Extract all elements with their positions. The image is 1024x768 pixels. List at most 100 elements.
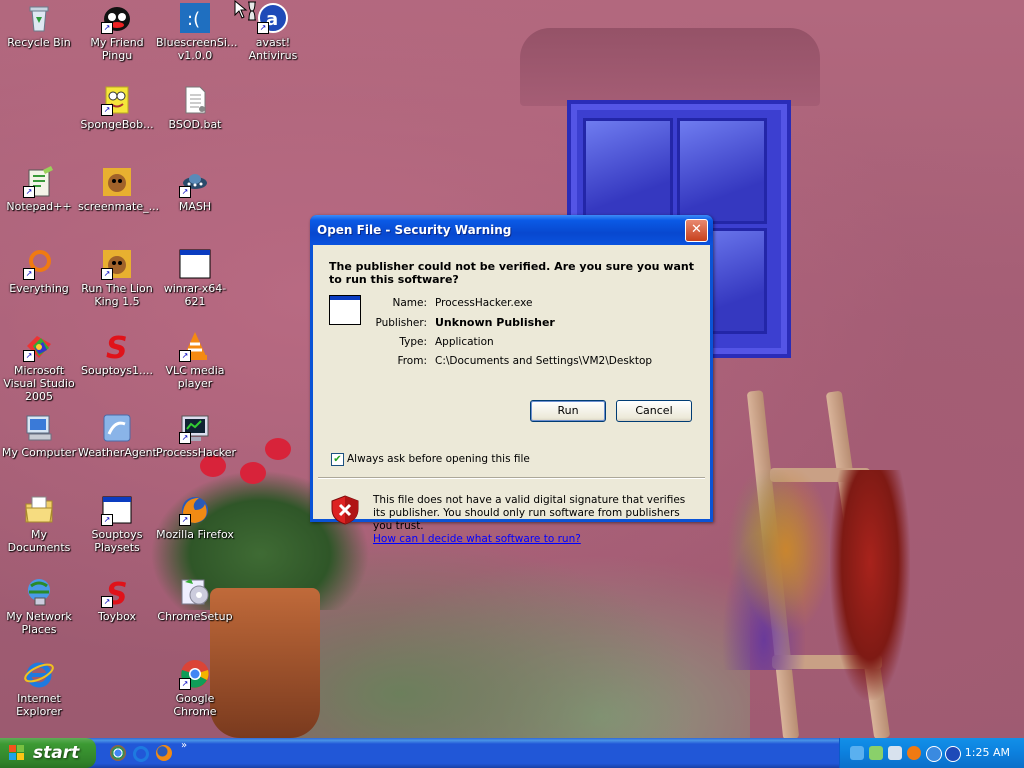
desktop-icon-souptoys-playsets[interactable]: ↗ Souptoys Playsets: [78, 494, 156, 554]
desktop-icon-bsod-bat[interactable]: BSOD.bat: [156, 84, 234, 131]
type-row: Type: Application: [373, 336, 703, 348]
desktop-icon-google-chrome[interactable]: ↗ Google Chrome: [156, 658, 234, 718]
desktop-icon-visual-studio[interactable]: ↗ Microsoft Visual Studio 2005: [0, 330, 78, 403]
name-key: Name:: [392, 297, 427, 309]
wallpaper-ledge: [520, 28, 820, 106]
safely-remove-icon[interactable]: [869, 746, 883, 760]
desktop-icon-my-computer[interactable]: My Computer: [0, 412, 78, 459]
weather-agent-icon: [101, 412, 133, 444]
start-button[interactable]: start: [0, 738, 96, 768]
svg-text:S: S: [106, 331, 128, 362]
dialog-divider: [318, 477, 705, 479]
icon-label: SpongeBob...: [80, 118, 154, 131]
window-app-icon: ↗: [101, 494, 133, 526]
search-icon[interactable]: [907, 746, 921, 760]
internet-explorer-icon[interactable]: [133, 746, 149, 762]
avast-icon: a ↗: [257, 2, 289, 34]
cancel-button[interactable]: Cancel: [616, 400, 692, 422]
souptoys-icon: S: [101, 330, 133, 366]
desktop-icon-bluescreen[interactable]: :( BluescreenSi... v1.0.0: [156, 2, 237, 62]
always-ask-checkbox[interactable]: ✔: [331, 453, 344, 466]
icon-label: Recycle Bin: [7, 36, 71, 49]
desktop-icon-lion-king[interactable]: ↗ Run The Lion King 1.5: [78, 248, 156, 308]
wallpaper-herbs: [720, 470, 830, 670]
info-icon[interactable]: [926, 746, 942, 762]
from-row: From: C:\Documents and Settings\VM2\Deskt…: [373, 355, 703, 367]
network-places-icon: [23, 576, 55, 608]
always-ask-label[interactable]: Always ask before opening this file: [347, 453, 530, 465]
desktop-icon-vlc[interactable]: ↗ VLC media player: [156, 330, 234, 390]
avast-icon[interactable]: [945, 746, 961, 762]
clock[interactable]: 1:25 AM: [965, 746, 1010, 759]
my-documents-icon: [23, 494, 55, 526]
security-warning-dialog[interactable]: Open File - Security Warning ✕ The publi…: [310, 215, 713, 545]
desktop-icon-process-hacker[interactable]: ↗ ProcessHacker: [156, 412, 236, 459]
installer-window-icon: [179, 248, 211, 280]
icon-label: Notepad++: [6, 200, 72, 213]
desktop-icon-chrome-setup[interactable]: ChromeSetup: [156, 576, 234, 623]
vlc-icon: ↗: [179, 330, 211, 362]
system-tray: 1:25 AM: [839, 738, 1024, 768]
windows-logo-icon: [9, 745, 25, 761]
desktop-icon-mash[interactable]: ↗ MASH: [156, 166, 234, 213]
verification-question: The publisher could not be verified. Are…: [329, 260, 694, 286]
icon-label: My Friend Pingu: [90, 36, 144, 62]
start-label: start: [33, 743, 80, 763]
from-key: From:: [397, 355, 427, 367]
warning-message: This file does not have a valid digital …: [373, 494, 699, 546]
desktop-icon-spongebob[interactable]: ↗ SpongeBob...: [78, 84, 156, 131]
icon-label: Toybox: [98, 610, 136, 623]
run-button[interactable]: Run: [530, 400, 606, 422]
icon-label: My Network Places: [6, 610, 72, 636]
volume-icon[interactable]: [888, 746, 902, 760]
publisher-row: Publisher: Unknown Publisher: [373, 316, 703, 329]
desktop-icon-weather-agent[interactable]: WeatherAgent: [78, 412, 157, 459]
desktop-icon-recycle-bin[interactable]: Recycle Bin: [0, 2, 78, 49]
everything-search-icon: ↗: [23, 248, 55, 280]
notepad-plus-plus-icon: ↗: [23, 166, 55, 198]
wallpaper-chili-peppers: [830, 470, 910, 700]
dialog-body: The publisher could not be verified. Are…: [313, 245, 710, 545]
icon-label: Google Chrome: [173, 692, 217, 718]
icon-label: Microsoft Visual Studio 2005: [3, 364, 75, 403]
spongebob-icon: ↗: [101, 84, 133, 116]
desktop-icon-winrar[interactable]: winrar-x64-621: [156, 248, 234, 308]
desktop-icon-firefox[interactable]: ↗ Mozilla Firefox: [156, 494, 234, 541]
type-key: Type:: [399, 336, 427, 348]
help-link[interactable]: How can I decide what software to run?: [373, 533, 581, 545]
desktop-icon-toybox[interactable]: S ↗ Toybox: [78, 576, 156, 623]
firefox-icon[interactable]: [156, 745, 172, 761]
icon-label: Run The Lion King 1.5: [81, 282, 153, 308]
desktop-icon-my-documents[interactable]: My Documents: [0, 494, 78, 554]
toybox-icon: S ↗: [101, 576, 133, 612]
internet-explorer-icon: [23, 658, 55, 690]
publisher-key: Publisher:: [375, 317, 427, 329]
application-file-icon: [329, 295, 361, 325]
chrome-icon[interactable]: [110, 745, 126, 761]
desktop-icon-everything[interactable]: ↗ Everything: [0, 248, 78, 295]
icon-label: MASH: [178, 200, 212, 213]
desktop-icon-notepad-plus-plus[interactable]: ↗ Notepad++: [0, 166, 78, 213]
desktop-icon-internet-explorer[interactable]: Internet Explorer: [0, 658, 78, 718]
icon-label: Souptoys1....: [81, 364, 153, 377]
desktop-icon-my-network-places[interactable]: My Network Places: [0, 576, 78, 636]
icon-label: Everything: [9, 282, 69, 295]
dialog-titlebar[interactable]: Open File - Security Warning ✕: [310, 215, 713, 245]
name-row: Name: ProcessHacker.exe: [373, 297, 703, 309]
svg-text::(: :(: [187, 9, 200, 30]
batch-file-icon: [179, 84, 211, 116]
quick-launch-more-button[interactable]: »: [181, 740, 187, 751]
desktop-icon-my-friend-pingu[interactable]: ↗ My Friend Pingu: [78, 2, 156, 62]
network-icon[interactable]: [850, 746, 864, 760]
type-value: Application: [435, 336, 494, 348]
icon-label: Souptoys Playsets: [91, 528, 143, 554]
from-value: C:\Documents and Settings\VM2\Desktop: [435, 355, 653, 367]
warning-text: This file does not have a valid digital …: [373, 494, 686, 532]
desktop-icon-souptoys1[interactable]: S Souptoys1....: [78, 330, 156, 377]
desktop-icon-screenmate[interactable]: screenmate_...: [78, 166, 159, 213]
chrome-setup-icon: [179, 576, 211, 608]
close-button[interactable]: ✕: [685, 219, 708, 242]
visual-studio-icon: ↗: [23, 330, 55, 362]
bluescreen-icon: :(: [179, 2, 211, 34]
icon-label: avast! Antivirus: [248, 36, 298, 62]
